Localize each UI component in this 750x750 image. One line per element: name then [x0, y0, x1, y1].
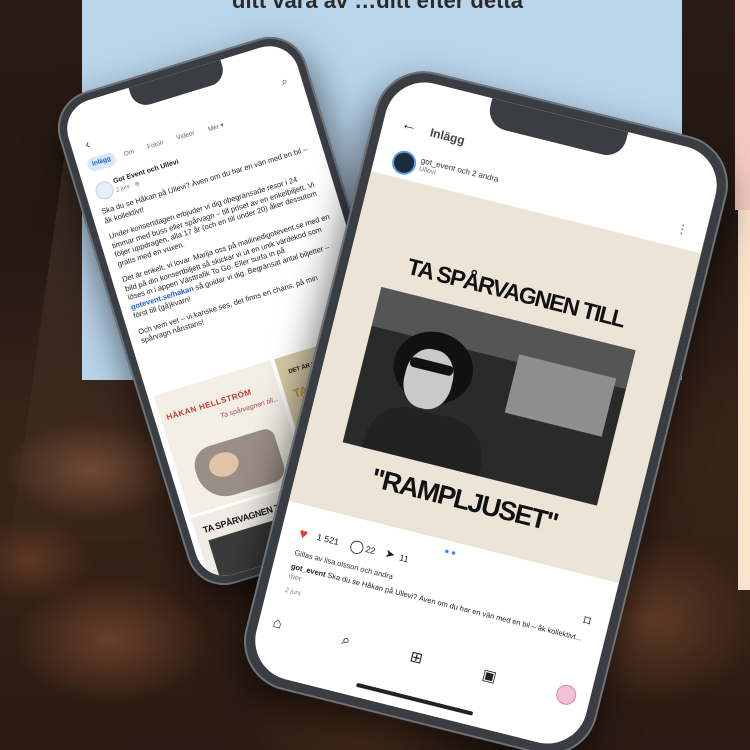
caption-more-link[interactable]: mer — [288, 571, 303, 583]
header-title: Inlägg — [428, 125, 467, 148]
scene: ditt vara av …ditt efter detta ‹ ⌕ Inläg… — [0, 0, 750, 750]
share-count: 11 — [398, 552, 410, 565]
poster-photo — [189, 426, 288, 504]
backdrop-heading-text: ditt vara av …ditt efter detta — [232, 0, 523, 13]
peach-accent-panel — [738, 210, 750, 590]
search-icon[interactable]: ⌕ — [280, 75, 290, 89]
more-options-icon[interactable]: ⋮ — [675, 221, 690, 237]
home-icon[interactable]: ⌂ — [271, 613, 284, 632]
bookmark-icon[interactable]: ⌑ — [582, 612, 593, 630]
like-count: 1 521 — [315, 531, 341, 548]
profile-avatar-icon[interactable] — [554, 682, 579, 707]
tab-more[interactable]: Mer ▾ — [201, 117, 230, 138]
avatar[interactable] — [389, 148, 419, 178]
pink-accent-strip — [735, 0, 750, 210]
poster-title: HÅKAN HELLSTRÖM — [165, 387, 253, 422]
reels-icon[interactable]: ▣ — [480, 665, 498, 686]
comment-count: 22 — [364, 544, 377, 557]
search-icon[interactable]: ⌕ — [340, 631, 352, 650]
add-post-icon[interactable]: ⊞ — [408, 647, 425, 668]
tab-posts[interactable]: Inlägg — [85, 151, 118, 173]
back-arrow-icon[interactable]: ← — [399, 115, 419, 136]
post-date: 2 juni — [284, 586, 302, 598]
avatar[interactable] — [93, 179, 116, 202]
tab-photos[interactable]: Foton — [141, 135, 171, 156]
tab-about[interactable]: Om — [117, 144, 141, 163]
heart-icon[interactable]: ♥ — [298, 525, 310, 543]
tab-videos[interactable]: Videor — [170, 125, 202, 147]
share-icon[interactable]: ➤ — [384, 546, 397, 562]
back-arrow-icon[interactable]: ‹ — [83, 136, 92, 152]
